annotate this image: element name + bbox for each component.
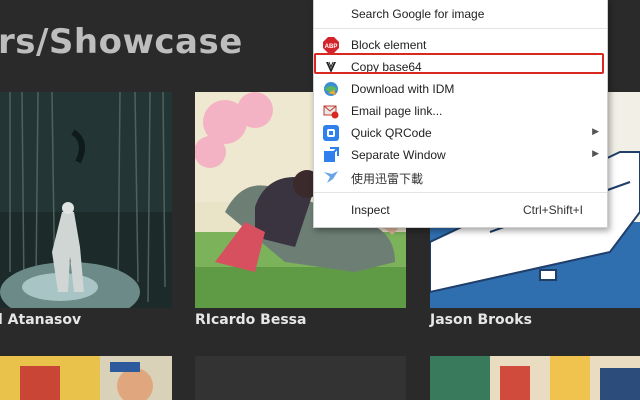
svg-text:ABP: ABP: [325, 44, 338, 50]
card-3-caption[interactable]: Jason Brooks: [430, 312, 532, 328]
showcase-card-1[interactable]: [0, 92, 172, 308]
card-1-caption[interactable]: l Atanasov: [0, 312, 81, 328]
card-4-artwork: [0, 356, 172, 400]
card-2-caption[interactable]: RIcardo Bessa: [195, 312, 306, 328]
card-1-artwork: [0, 92, 172, 308]
separate-window-icon: [323, 147, 339, 163]
page-title: rs/Showcase: [0, 22, 243, 62]
menu-separator: [314, 28, 607, 29]
showcase-card-5[interactable]: [195, 356, 406, 400]
inspect-shortcut: Ctrl+Shift+I: [522, 203, 583, 217]
highlight-box-copy-base64: [314, 53, 604, 74]
showcase-card-4[interactable]: [0, 356, 172, 400]
menu-item-download-idm[interactable]: Download with IDM: [314, 78, 607, 100]
menu-item-search-google-image[interactable]: Search Google for image: [314, 3, 607, 25]
menu-separator: [314, 192, 607, 193]
menu-item-email-page-link[interactable]: Email page link...: [314, 100, 607, 122]
card-5-artwork: [195, 356, 406, 400]
card-6-artwork: [430, 356, 640, 400]
submenu-arrow-icon: ▶: [592, 126, 599, 136]
menu-item-inspect[interactable]: Inspect Ctrl+Shift+I: [314, 199, 607, 221]
menu-item-xunlei-download[interactable]: 使用迅雷下載: [314, 166, 607, 188]
xunlei-bird-icon: [323, 169, 339, 185]
context-menu: Search Google for image ABP Block elemen…: [313, 0, 608, 228]
submenu-arrow-icon: ▶: [592, 148, 599, 158]
adblock-plus-icon: ABP: [323, 37, 339, 53]
idm-globe-icon: [323, 81, 339, 97]
email-icon: [323, 103, 339, 119]
menu-item-quick-qrcode[interactable]: Quick QRCode ▶: [314, 122, 607, 144]
qrcode-icon: [323, 125, 339, 141]
showcase-card-6[interactable]: [430, 356, 640, 400]
menu-item-separate-window[interactable]: Separate Window ▶: [314, 144, 607, 166]
